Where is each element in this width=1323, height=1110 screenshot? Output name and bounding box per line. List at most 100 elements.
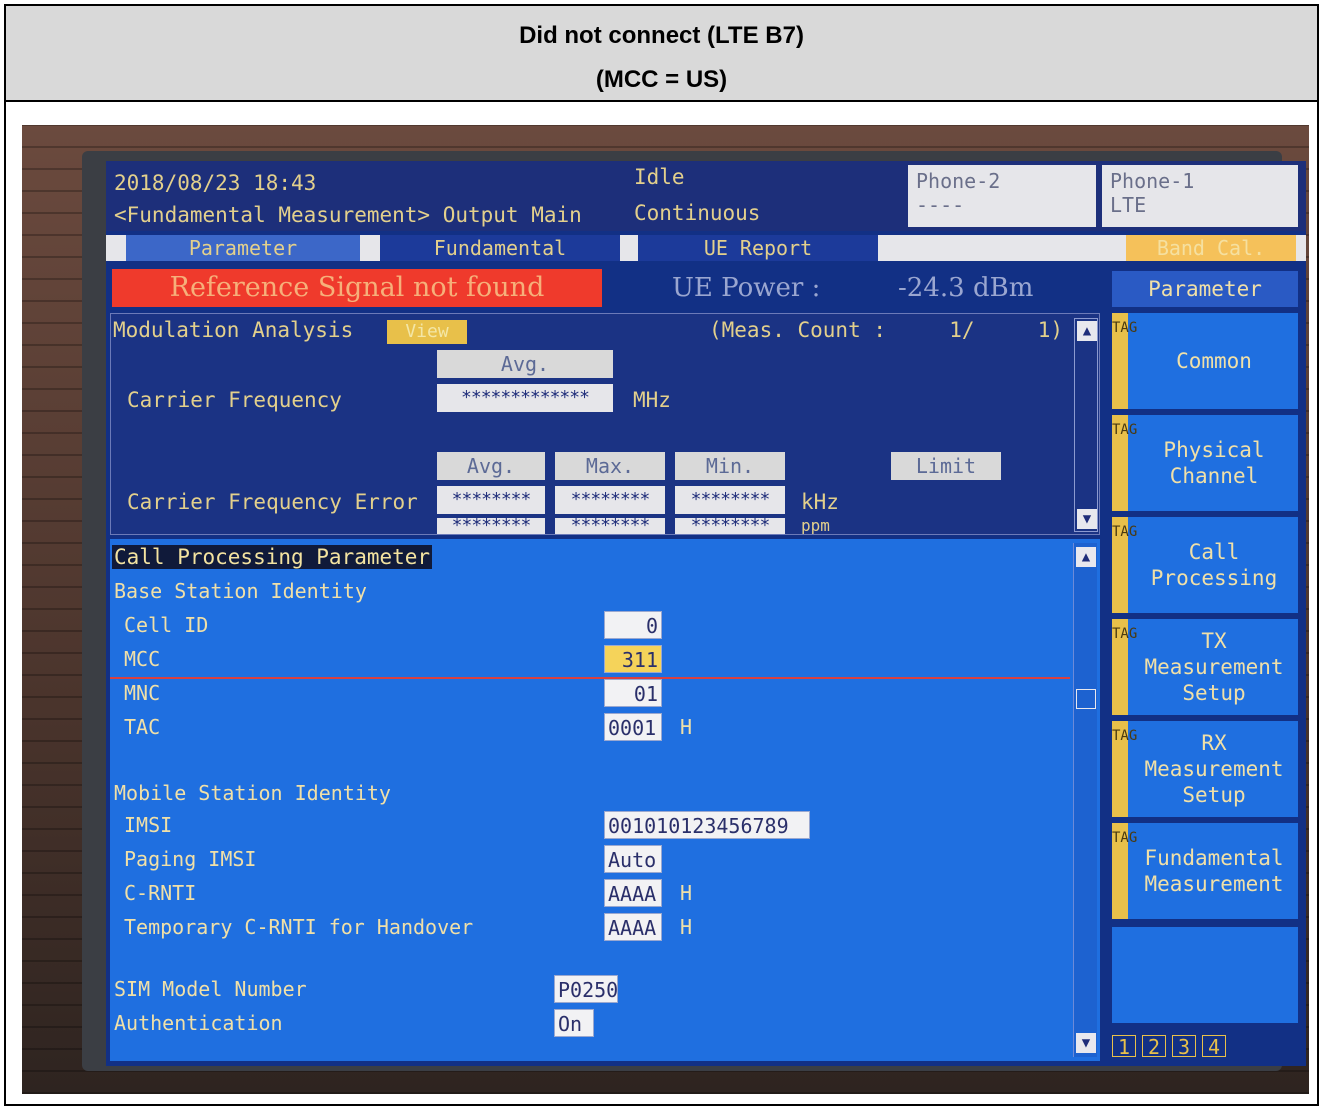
scroll-down-icon[interactable]: ▼ xyxy=(1076,1033,1096,1053)
tac-label: TAC xyxy=(124,715,161,739)
call-processing-scrollbar[interactable]: ▲ ▼ xyxy=(1073,543,1097,1057)
menu-fundamental-measurement-label: Fundamental Measurement xyxy=(1144,846,1284,896)
page-3-button[interactable]: 3 xyxy=(1172,1035,1196,1058)
tab-bar: Parameter Fundamental UE Report Band Cal… xyxy=(106,235,1306,261)
carrier-frequency-value: ************* xyxy=(437,384,613,412)
parameter-menu: Parameter TAG Common TAG Physical Channe… xyxy=(1106,265,1302,1063)
menu-call-processing-label: Call Processing xyxy=(1150,540,1278,590)
menu-physical-channel-label: Physical Channel xyxy=(1163,438,1265,488)
view-button[interactable]: View xyxy=(387,320,467,344)
mcc-field[interactable]: 311 xyxy=(604,645,662,673)
mnc-field[interactable]: 01 xyxy=(604,679,662,707)
scroll-down-icon[interactable]: ▼ xyxy=(1077,509,1097,529)
crnti-label: C-RNTI xyxy=(124,881,197,905)
authentication-field[interactable]: On xyxy=(554,1009,594,1037)
call-processing-panel: Call Processing Parameter Base Station I… xyxy=(110,539,1100,1061)
cfe-max: ******** xyxy=(555,486,665,514)
cfe-max-ppm: ******** xyxy=(555,518,665,534)
page-4-button[interactable]: 4 xyxy=(1202,1035,1226,1058)
meas-count: (Meas. Count : 1/ 1) xyxy=(709,318,1064,342)
col-max: Max. xyxy=(555,452,665,480)
menu-fundamental-measurement-button[interactable]: TAG Fundamental Measurement xyxy=(1112,823,1298,919)
modulation-title: Modulation Analysis xyxy=(113,318,354,342)
sim-model-field[interactable]: P0250 xyxy=(554,975,618,1003)
ms-identity-heading: Mobile Station Identity xyxy=(114,781,391,805)
phone2-value: ---- xyxy=(916,193,965,217)
menu-empty-button[interactable] xyxy=(1112,927,1298,1023)
menu-common-label: Common xyxy=(1176,349,1252,373)
phone2-box[interactable]: Phone-2 ---- xyxy=(908,165,1096,227)
tag-marker: TAG xyxy=(1112,721,1137,817)
tab-fundamental[interactable]: Fundamental xyxy=(380,235,620,261)
crnti-field[interactable]: AAAA xyxy=(604,879,662,907)
paging-imsi-label: Paging IMSI xyxy=(124,847,257,871)
scroll-up-icon[interactable]: ▲ xyxy=(1077,321,1097,341)
reference-signal-alert: Reference Signal not found xyxy=(112,269,602,307)
page-selector: 1 2 3 4 xyxy=(1112,1035,1298,1058)
menu-rx-measurement-button[interactable]: TAG RX Measurement Setup xyxy=(1112,721,1298,817)
tab-band-cal[interactable]: Band Cal. xyxy=(1126,235,1296,261)
instrument-screen: 2018/08/23 18:43 <Fundamental Measuremen… xyxy=(106,161,1306,1066)
carrier-frequency-unit: MHz xyxy=(633,388,671,412)
red-scanline xyxy=(110,677,1070,679)
menu-tx-measurement-label: TX Measurement Setup xyxy=(1144,629,1284,705)
modulation-scrollbar[interactable]: ▲ ▼ xyxy=(1074,318,1098,532)
measure-mode: Continuous xyxy=(634,201,761,225)
cfe-min: ******** xyxy=(675,486,785,514)
phone1-value: LTE xyxy=(1110,193,1147,217)
menu-physical-channel-button[interactable]: TAG Physical Channel xyxy=(1112,415,1298,511)
phone1-box[interactable]: Phone-1 LTE xyxy=(1102,165,1298,227)
col-min: Min. xyxy=(675,452,785,480)
phone1-label: Phone-1 xyxy=(1110,169,1195,193)
tag-marker: TAG xyxy=(1112,517,1137,613)
tcrnti-unit: H xyxy=(680,915,693,939)
screen-photo: 2018/08/23 18:43 <Fundamental Measuremen… xyxy=(22,125,1309,1094)
page-2-button[interactable]: 2 xyxy=(1142,1035,1166,1058)
scroll-up-icon[interactable]: ▲ xyxy=(1076,547,1096,567)
menu-common-button[interactable]: TAG Common xyxy=(1112,313,1298,409)
imsi-field[interactable]: 001010123456789 xyxy=(604,811,810,839)
menu-call-processing-button[interactable]: TAG Call Processing xyxy=(1112,517,1298,613)
limit-button[interactable]: Limit xyxy=(891,452,1001,480)
tag-marker: TAG xyxy=(1112,313,1137,409)
cfe-min-ppm: ******** xyxy=(675,518,785,534)
parameter-menu-title: Parameter xyxy=(1112,271,1298,307)
figure-frame: Did not connect (LTE B7) (MCC = US) 2018… xyxy=(4,4,1319,1106)
authentication-label: Authentication xyxy=(114,1011,283,1035)
mnc-label: MNC xyxy=(124,681,161,705)
datetime: 2018/08/23 18:43 xyxy=(114,171,317,195)
menu-tx-measurement-button[interactable]: TAG TX Measurement Setup xyxy=(1112,619,1298,715)
screen-mode: <Fundamental Measurement> Output Main xyxy=(114,203,582,227)
cfe-unit: kHz xyxy=(801,490,839,514)
scroll-thumb[interactable] xyxy=(1076,689,1096,709)
mcc-label: MCC xyxy=(124,647,161,671)
tag-marker: TAG xyxy=(1112,619,1137,715)
avg-header: Avg. xyxy=(437,350,613,378)
tag-marker: TAG xyxy=(1112,415,1137,511)
bs-identity-heading: Base Station Identity xyxy=(114,579,367,603)
tac-field[interactable]: 0001 xyxy=(604,713,662,741)
call-state: Idle xyxy=(634,165,685,189)
page-1-button[interactable]: 1 xyxy=(1112,1035,1136,1058)
caption-title: Did not connect (LTE B7) xyxy=(519,22,804,49)
call-processing-title: Call Processing Parameter xyxy=(112,545,433,569)
ue-power-value: -24.3 dBm xyxy=(898,273,1034,303)
tab-parameter[interactable]: Parameter xyxy=(126,235,360,261)
modulation-panel: Modulation Analysis View (Meas. Count : … xyxy=(110,313,1100,535)
sim-model-label: SIM Model Number xyxy=(114,977,307,1001)
caption-subtitle: (MCC = US) xyxy=(595,66,728,93)
carrier-frequency-label: Carrier Frequency xyxy=(127,388,342,412)
cfe-label: Carrier Frequency Error xyxy=(127,490,418,514)
tac-unit: H xyxy=(680,715,693,739)
ue-power-label: UE Power : xyxy=(672,273,821,303)
status-bar: 2018/08/23 18:43 <Fundamental Measuremen… xyxy=(106,161,1306,231)
cfe-avg-ppm: ******** xyxy=(437,518,545,534)
tcrnti-field[interactable]: AAAA xyxy=(604,913,662,941)
tcrnti-label: Temporary C-RNTI for Handover xyxy=(124,915,474,939)
cell-id-field[interactable]: 0 xyxy=(604,611,662,639)
tab-ue-report[interactable]: UE Report xyxy=(638,235,878,261)
cfe-avg: ******** xyxy=(437,486,545,514)
paging-imsi-field[interactable]: Auto xyxy=(604,845,662,873)
imsi-label: IMSI xyxy=(124,813,173,837)
caption-header: Did not connect (LTE B7) (MCC = US) xyxy=(6,6,1317,102)
